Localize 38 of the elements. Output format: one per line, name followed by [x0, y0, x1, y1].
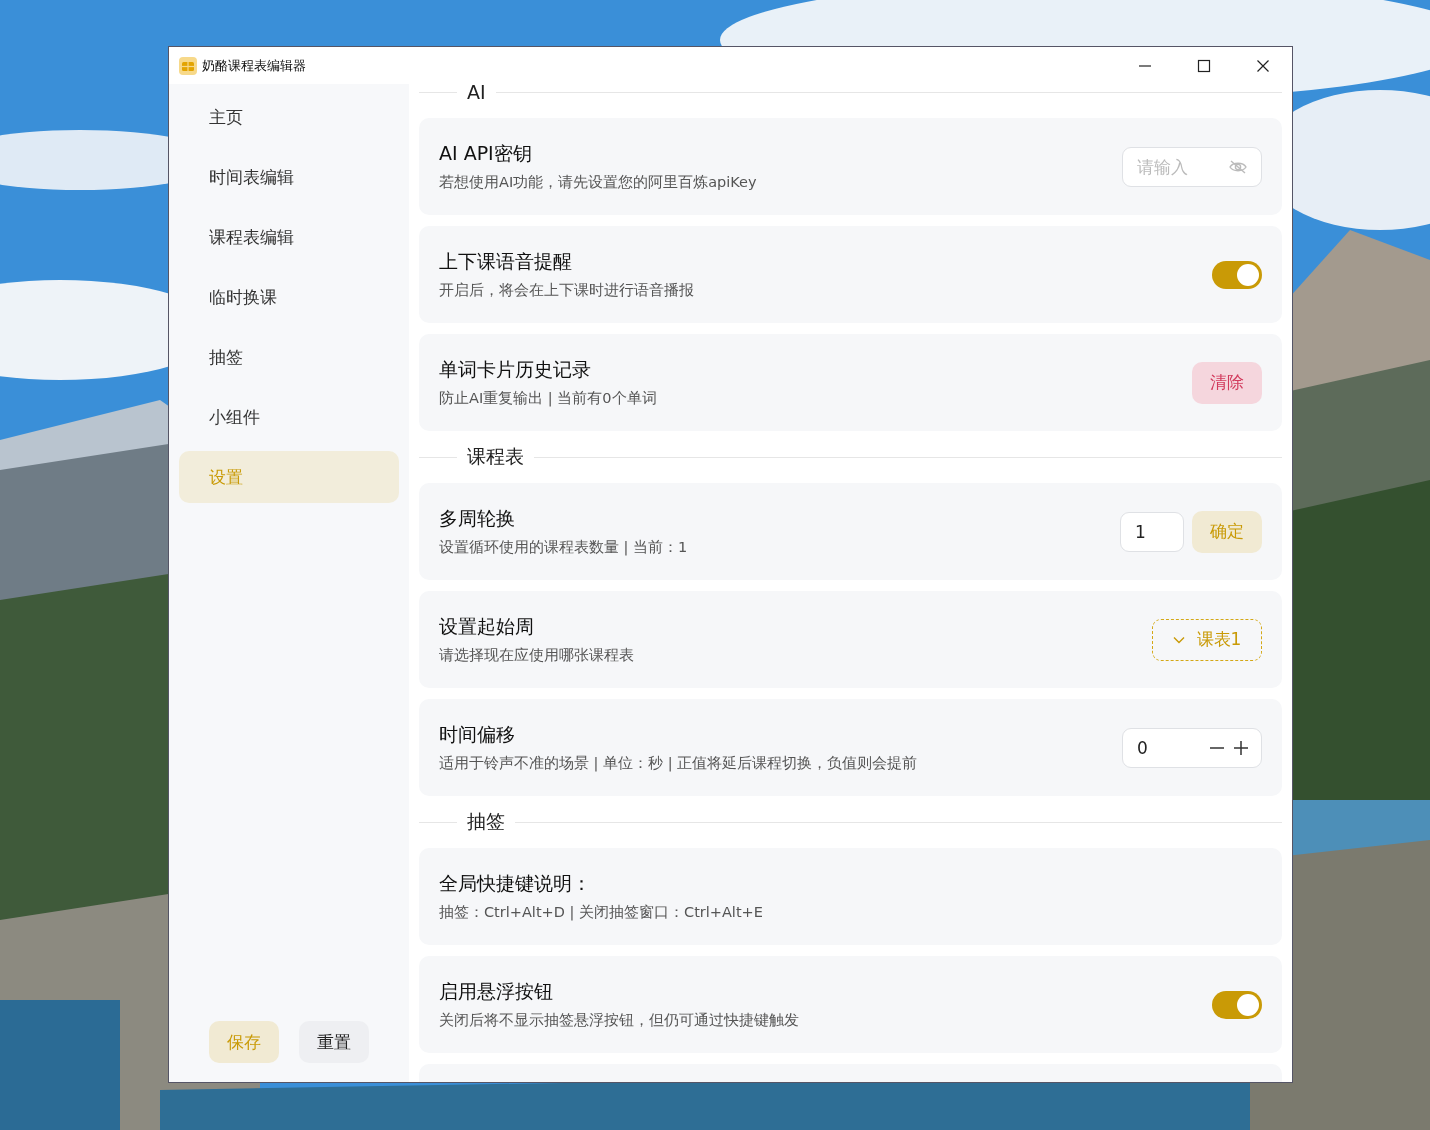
setting-title: 时间偏移 [439, 722, 516, 747]
section-title: 抽签 [466, 809, 506, 834]
setting-description: 抽签：Ctrl+Alt+D | 关闭抽签窗口：Ctrl+Alt+E [439, 903, 763, 922]
setting-title: 单词卡片历史记录 [439, 357, 592, 382]
reset-button[interactable]: 重置 [299, 1021, 369, 1063]
setting-title: 全局快捷键说明： [439, 871, 592, 896]
setting-description: 适用于铃声不准的场景 | 单位：秒 | 正值将延后课程切换，负值则会提前 [439, 754, 918, 773]
toggle-switch[interactable] [1212, 260, 1262, 289]
sidebar-item[interactable]: 抽签 [179, 331, 399, 383]
setting-description: 设置循环使用的课程表数量 | 当前：1 [439, 538, 688, 557]
setting-title: 多周轮换 [439, 506, 516, 531]
sidebar-item[interactable]: 主页 [179, 91, 399, 143]
window-title: 奶酪课程表编辑器 [202, 56, 306, 75]
sidebar-item[interactable]: 临时换课 [179, 271, 399, 323]
clear-button[interactable]: 清除 [1192, 361, 1262, 404]
offset-stepper[interactable]: 0 [1122, 727, 1262, 768]
setting-title: 设置起始周 [439, 614, 535, 639]
section-title: 课程表 [466, 444, 525, 469]
setting-description: 请选择现在应使用哪张课程表 [439, 646, 634, 665]
toggle-switch[interactable] [1212, 990, 1262, 1019]
sidebar-item[interactable]: 时间表编辑 [179, 151, 399, 203]
setting-title: 上下课语音提醒 [439, 249, 573, 274]
number-field[interactable]: 1 [1120, 511, 1184, 552]
plus-icon[interactable] [1233, 739, 1249, 756]
setting-description: 若想使用AI功能，请先设置您的阿里百炼apiKey [439, 173, 757, 192]
sidebar-item[interactable]: 课程表编辑 [179, 211, 399, 263]
setting-description: 关闭后将不显示抽签悬浮按钮，但仍可通过快捷键触发 [439, 1011, 799, 1030]
app-icon [179, 56, 197, 75]
api-key-field[interactable]: 请输入 [1122, 146, 1262, 187]
setting-description: 开启后，将会在上下课时进行语音播报 [439, 281, 694, 300]
maximize-icon[interactable] [1197, 58, 1211, 73]
sidebar-item[interactable]: 小组件 [179, 391, 399, 443]
setting-description: 防止AI重复输出 | 当前有0个单词 [439, 389, 657, 408]
section-title: AI [466, 84, 487, 103]
close-icon[interactable] [1256, 58, 1270, 73]
setting-title: 启用悬浮按钮 [439, 979, 554, 1004]
setting-title: AI API密钥 [439, 141, 533, 166]
chevron-down-icon [1172, 635, 1185, 644]
